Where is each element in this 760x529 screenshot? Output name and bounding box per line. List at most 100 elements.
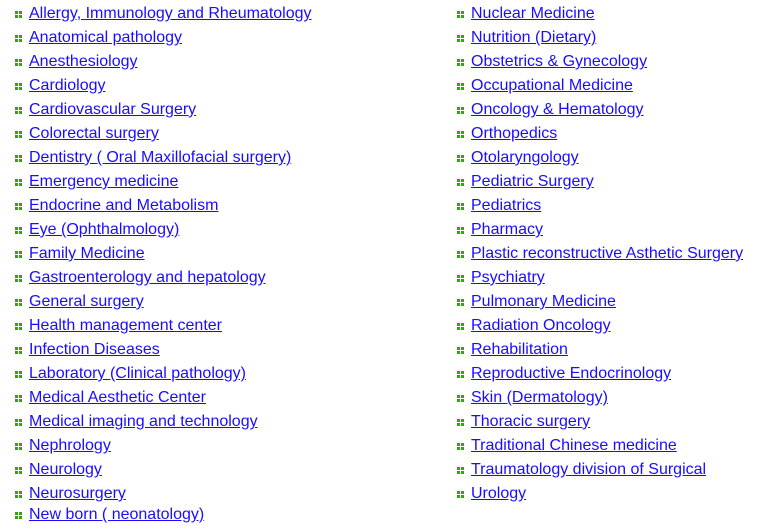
- list-item: Thoracic surgery: [457, 410, 743, 434]
- bullet-icon: [457, 178, 464, 186]
- list-item: Otolaryngology: [457, 146, 743, 170]
- bullet-icon: [457, 154, 464, 162]
- list-item: Dentistry ( Oral Maxillofacial surgery): [15, 146, 312, 170]
- list-item: Anesthesiology: [15, 50, 312, 74]
- department-link[interactable]: Radiation Oncology: [471, 316, 611, 336]
- list-item: Anatomical pathology: [15, 26, 312, 50]
- department-link[interactable]: Traditional Chinese medicine: [471, 436, 677, 456]
- department-link[interactable]: Pulmonary Medicine: [471, 292, 616, 312]
- bullet-icon: [457, 394, 464, 402]
- department-link[interactable]: Skin (Dermatology): [471, 388, 608, 408]
- department-link[interactable]: Medical Aesthetic Center: [29, 388, 206, 408]
- department-link[interactable]: Obstetrics & Gynecology: [471, 52, 647, 72]
- list-item: Health management center: [15, 314, 312, 338]
- department-link[interactable]: Health management center: [29, 316, 222, 336]
- bullet-icon: [15, 82, 22, 90]
- bullet-icon: [457, 346, 464, 354]
- bullet-icon: [457, 34, 464, 42]
- department-link[interactable]: Nephrology: [29, 436, 111, 456]
- department-link[interactable]: Cardiology: [29, 76, 105, 96]
- list-item: Laboratory (Clinical pathology): [15, 362, 312, 386]
- bullet-icon: [15, 106, 22, 114]
- list-item: Plastic reconstructive Asthetic Surgery: [457, 242, 743, 266]
- bullet-icon: [15, 418, 22, 426]
- department-link[interactable]: Psychiatry: [471, 268, 545, 288]
- department-link[interactable]: Oncology & Hematology: [471, 100, 644, 120]
- bullet-icon: [457, 442, 464, 450]
- list-item: Eye (Ophthalmology): [15, 218, 312, 242]
- department-link[interactable]: Gastroenterology and hepatology: [29, 268, 266, 288]
- list-item: Skin (Dermatology): [457, 386, 743, 410]
- list-item: Nuclear Medicine: [457, 2, 743, 26]
- bullet-icon: [15, 442, 22, 450]
- bullet-icon: [15, 34, 22, 42]
- department-link[interactable]: Traumatology division of Surgical: [471, 460, 706, 480]
- department-link[interactable]: Nutrition (Dietary): [471, 28, 596, 48]
- department-link[interactable]: Thoracic surgery: [471, 412, 590, 432]
- bullet-icon: [457, 58, 464, 66]
- list-item: Reproductive Endocrinology: [457, 362, 743, 386]
- bullet-icon: [457, 10, 464, 18]
- bullet-icon: [15, 322, 22, 330]
- department-link[interactable]: Allergy, Immunology and Rheumatology: [29, 4, 312, 24]
- department-list-right: Nuclear Medicine Nutrition (Dietary) Obste…: [457, 2, 743, 506]
- bullet-icon: [457, 202, 464, 210]
- department-link[interactable]: Rehabilitation: [471, 340, 568, 360]
- department-link[interactable]: Neurology: [29, 460, 102, 480]
- bullet-icon: [457, 322, 464, 330]
- department-link[interactable]: Emergency medicine: [29, 172, 178, 192]
- department-link[interactable]: Pediatrics: [471, 196, 541, 216]
- department-link[interactable]: Urology: [471, 484, 526, 504]
- bullet-icon: [15, 370, 22, 378]
- department-link[interactable]: Eye (Ophthalmology): [29, 220, 179, 240]
- bullet-icon: [457, 226, 464, 234]
- list-item: Nutrition (Dietary): [457, 26, 743, 50]
- list-item: Medical imaging and technology: [15, 410, 312, 434]
- department-link[interactable]: General surgery: [29, 292, 144, 312]
- bullet-icon: [15, 154, 22, 162]
- department-link[interactable]: Cardiovascular Surgery: [29, 100, 196, 120]
- department-link[interactable]: New born ( neonatology): [29, 505, 204, 525]
- bullet-icon: [15, 202, 22, 210]
- department-list-left: Allergy, Immunology and Rheumatology Anat…: [15, 2, 312, 526]
- list-item: New born ( neonatology): [15, 504, 312, 526]
- list-item: Cardiovascular Surgery: [15, 98, 312, 122]
- list-item: Psychiatry: [457, 266, 743, 290]
- list-item: Allergy, Immunology and Rheumatology: [15, 2, 312, 26]
- bullet-icon: [457, 274, 464, 282]
- list-item: Traumatology division of Surgical: [457, 458, 743, 482]
- department-link[interactable]: Medical imaging and technology: [29, 412, 258, 432]
- bullet-icon: [15, 178, 22, 186]
- bullet-icon: [15, 58, 22, 66]
- department-link[interactable]: Dentistry ( Oral Maxillofacial surgery): [29, 148, 291, 168]
- bullet-icon: [457, 250, 464, 258]
- department-link[interactable]: Pediatric Surgery: [471, 172, 594, 192]
- department-link[interactable]: Anatomical pathology: [29, 28, 182, 48]
- department-link[interactable]: Plastic reconstructive Asthetic Surgery: [471, 244, 743, 264]
- department-link[interactable]: Laboratory (Clinical pathology): [29, 364, 246, 384]
- department-link[interactable]: Pharmacy: [471, 220, 543, 240]
- bullet-icon: [457, 370, 464, 378]
- department-link[interactable]: Colorectal surgery: [29, 124, 159, 144]
- department-link[interactable]: Occupational Medicine: [471, 76, 633, 96]
- department-link[interactable]: Anesthesiology: [29, 52, 138, 72]
- department-link[interactable]: Reproductive Endocrinology: [471, 364, 671, 384]
- bullet-icon: [15, 274, 22, 282]
- department-link[interactable]: Endocrine and Metabolism: [29, 196, 218, 216]
- list-item: Pulmonary Medicine: [457, 290, 743, 314]
- list-item: Pediatric Surgery: [457, 170, 743, 194]
- department-link[interactable]: Orthopedics: [471, 124, 557, 144]
- department-link[interactable]: Neurosurgery: [29, 484, 126, 504]
- department-link[interactable]: Infection Diseases: [29, 340, 160, 360]
- department-link[interactable]: Otolaryngology: [471, 148, 579, 168]
- bullet-icon: [15, 10, 22, 18]
- department-link[interactable]: Family Medicine: [29, 244, 145, 264]
- department-link[interactable]: Nuclear Medicine: [471, 4, 595, 24]
- list-item: Obstetrics & Gynecology: [457, 50, 743, 74]
- list-item: Colorectal surgery: [15, 122, 312, 146]
- bullet-icon: [15, 298, 22, 306]
- bullet-icon: [457, 298, 464, 306]
- bullet-icon: [15, 346, 22, 354]
- list-item: Radiation Oncology: [457, 314, 743, 338]
- list-item: Occupational Medicine: [457, 74, 743, 98]
